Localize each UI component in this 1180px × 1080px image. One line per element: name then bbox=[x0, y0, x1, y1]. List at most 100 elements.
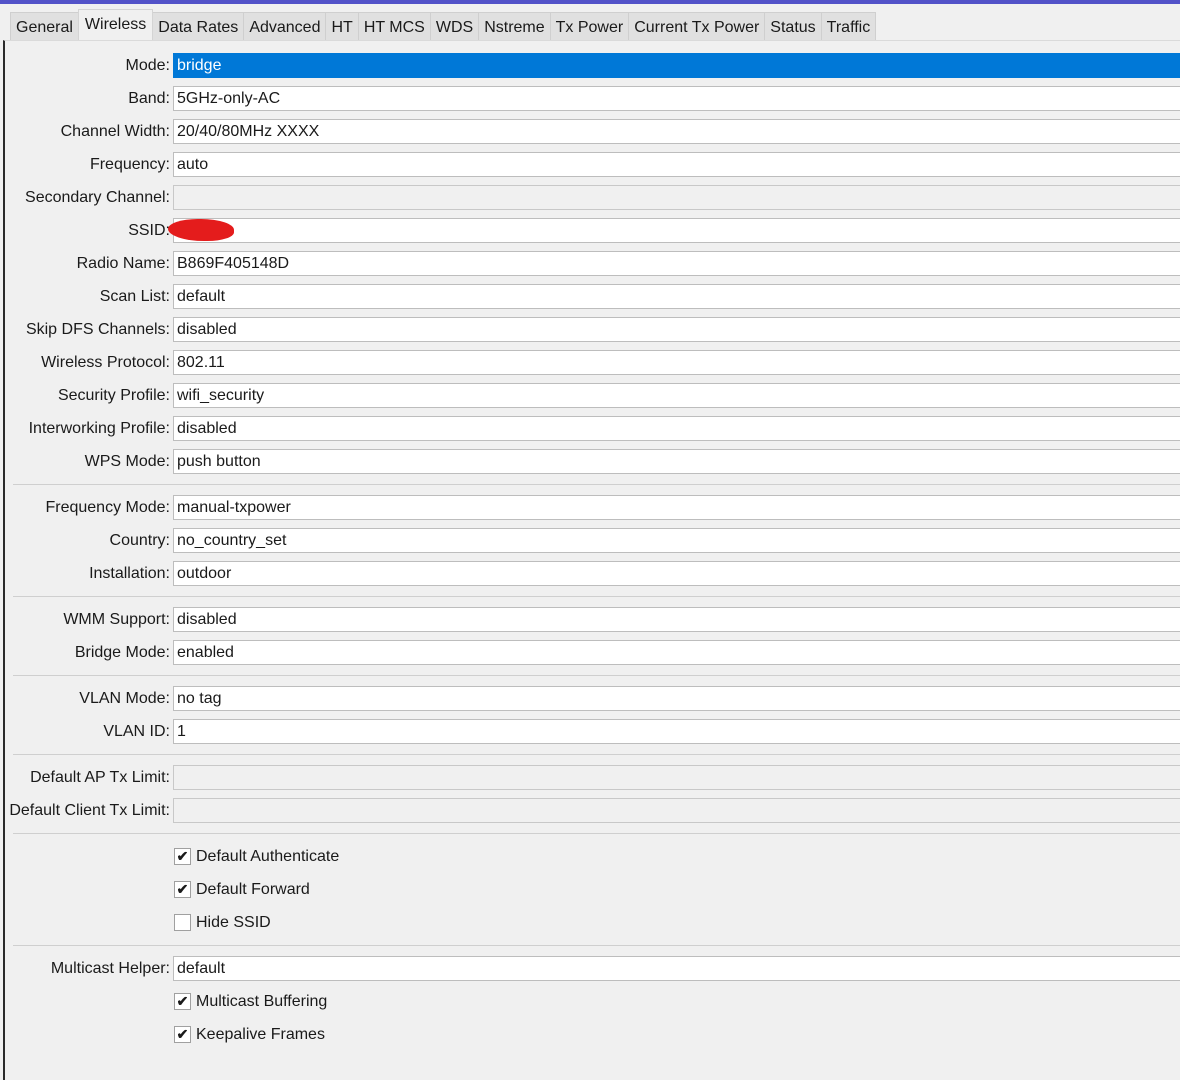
checkbox-label[interactable]: Multicast Buffering bbox=[196, 985, 327, 1018]
tab-advanced[interactable]: Advanced bbox=[243, 12, 327, 41]
field-label: Default Client Tx Limit: bbox=[9, 802, 170, 819]
checkbox-label[interactable]: Default Forward bbox=[196, 873, 310, 906]
field-label: Frequency: bbox=[89, 156, 170, 173]
field-label: Multicast Helper: bbox=[50, 960, 170, 977]
installation-field[interactable]: outdoor bbox=[173, 561, 1180, 586]
multicast-buffering-checkbox[interactable]: ✔ bbox=[174, 993, 191, 1010]
tab-wireless[interactable]: Wireless bbox=[77, 9, 154, 40]
tab-ht[interactable]: HT bbox=[325, 12, 359, 41]
mode-field[interactable]: bridge bbox=[173, 53, 1180, 78]
row-skip-dfs-channels: Skip DFS Channels: disabled bbox=[5, 313, 1180, 346]
tab-current-tx-power[interactable]: Current Tx Power bbox=[628, 12, 766, 41]
section-divider bbox=[5, 939, 1180, 952]
tab-nstreme[interactable]: Nstreme bbox=[478, 12, 551, 41]
secondary-channel-field[interactable] bbox=[173, 185, 1180, 210]
scan-list-field[interactable]: default bbox=[173, 284, 1180, 309]
wps-mode-field[interactable]: push button bbox=[173, 449, 1180, 474]
field-label: Radio Name: bbox=[76, 255, 170, 272]
field-label: Country: bbox=[109, 532, 170, 549]
tab-wds[interactable]: WDS bbox=[429, 12, 480, 41]
row-channel-width: Channel Width: 20/40/80MHz XXXX bbox=[5, 115, 1180, 148]
field-label: WMM Support: bbox=[63, 611, 170, 628]
security-profile-field[interactable]: wifi_security bbox=[173, 383, 1180, 408]
row-radio-name: Radio Name: B869F405148D bbox=[5, 247, 1180, 280]
wireless-protocol-field[interactable]: 802.11 bbox=[173, 350, 1180, 375]
field-label: Channel Width: bbox=[60, 123, 170, 140]
row-country: Country: no_country_set bbox=[5, 524, 1180, 557]
vlan-mode-field[interactable]: no tag bbox=[173, 686, 1180, 711]
row-hide-ssid: Hide SSID bbox=[5, 906, 1180, 939]
tab-general[interactable]: General bbox=[10, 12, 79, 41]
wireless-settings-panel: Mode: bridge Band: 5GHz-only-AC Channel Widt… bbox=[3, 40, 1180, 1080]
channel-width-field[interactable]: 20/40/80MHz XXXX bbox=[173, 119, 1180, 144]
field-label: Frequency Mode: bbox=[45, 499, 170, 516]
checkbox-label[interactable]: Hide SSID bbox=[196, 906, 271, 939]
vlan-id-field[interactable]: 1 bbox=[173, 719, 1180, 744]
row-band: Band: 5GHz-only-AC bbox=[5, 82, 1180, 115]
country-field[interactable]: no_country_set bbox=[173, 528, 1180, 553]
section-divider bbox=[5, 590, 1180, 603]
row-default-client-tx-limit: Default Client Tx Limit: bbox=[5, 794, 1180, 827]
redaction-mark bbox=[168, 219, 234, 241]
band-field[interactable]: 5GHz-only-AC bbox=[173, 86, 1180, 111]
hide-ssid-checkbox[interactable] bbox=[174, 914, 191, 931]
tab-bar: General Wireless Data Rates Advanced HT HT MC… bbox=[10, 9, 877, 41]
interworking-profile-field[interactable]: disabled bbox=[173, 416, 1180, 441]
row-scan-list: Scan List: default bbox=[5, 280, 1180, 313]
field-label: Installation: bbox=[89, 565, 170, 582]
section-divider bbox=[5, 827, 1180, 840]
frequency-field[interactable]: auto bbox=[173, 152, 1180, 177]
field-label: WPS Mode: bbox=[84, 453, 170, 470]
row-default-forward: ✔ Default Forward bbox=[5, 873, 1180, 906]
radio-name-field[interactable]: B869F405148D bbox=[173, 251, 1180, 276]
row-vlan-mode: VLAN Mode: no tag bbox=[5, 682, 1180, 715]
row-interworking-profile: Interworking Profile: disabled bbox=[5, 412, 1180, 445]
row-default-authenticate: ✔ Default Authenticate bbox=[5, 840, 1180, 873]
default-forward-checkbox[interactable]: ✔ bbox=[174, 881, 191, 898]
multicast-helper-field[interactable]: default bbox=[173, 956, 1180, 981]
checkbox-label[interactable]: Keepalive Frames bbox=[196, 1018, 325, 1051]
field-label: VLAN Mode: bbox=[79, 690, 170, 707]
row-ssid: SSID: bbox=[5, 214, 1180, 247]
settings-form: Mode: bridge Band: 5GHz-only-AC Channel Widt… bbox=[5, 49, 1180, 1051]
row-default-ap-tx-limit: Default AP Tx Limit: bbox=[5, 761, 1180, 794]
tab-ht-mcs[interactable]: HT MCS bbox=[357, 12, 431, 41]
section-divider bbox=[5, 748, 1180, 761]
field-label: Band: bbox=[128, 90, 170, 107]
row-bridge-mode: Bridge Mode: enabled bbox=[5, 636, 1180, 669]
wmm-support-field[interactable]: disabled bbox=[173, 607, 1180, 632]
field-label: VLAN ID: bbox=[103, 723, 170, 740]
keepalive-frames-checkbox[interactable]: ✔ bbox=[174, 1026, 191, 1043]
field-label: Interworking Profile: bbox=[28, 420, 170, 437]
default-ap-tx-limit-field[interactable] bbox=[173, 765, 1180, 790]
field-label: Scan List: bbox=[99, 288, 170, 305]
row-installation: Installation: outdoor bbox=[5, 557, 1180, 590]
skip-dfs-channels-field[interactable]: disabled bbox=[173, 317, 1180, 342]
row-frequency: Frequency: auto bbox=[5, 148, 1180, 181]
row-keepalive-frames: ✔ Keepalive Frames bbox=[5, 1018, 1180, 1051]
tab-status[interactable]: Status bbox=[764, 12, 822, 41]
field-label: Wireless Protocol: bbox=[41, 354, 170, 371]
checkbox-label[interactable]: Default Authenticate bbox=[196, 840, 339, 873]
row-wireless-protocol: Wireless Protocol: 802.11 bbox=[5, 346, 1180, 379]
row-mode: Mode: bridge bbox=[5, 49, 1180, 82]
tab-data-rates[interactable]: Data Rates bbox=[152, 12, 245, 41]
window-title-bar bbox=[0, 0, 1180, 4]
row-vlan-id: VLAN ID: 1 bbox=[5, 715, 1180, 748]
field-label: Bridge Mode: bbox=[74, 644, 170, 661]
field-label: Default AP Tx Limit: bbox=[30, 769, 170, 786]
section-divider bbox=[5, 478, 1180, 491]
tab-tx-power[interactable]: Tx Power bbox=[549, 12, 630, 41]
row-wmm-support: WMM Support: disabled bbox=[5, 603, 1180, 636]
field-label: Secondary Channel: bbox=[25, 189, 170, 206]
tab-traffic[interactable]: Traffic bbox=[820, 12, 877, 41]
default-client-tx-limit-field[interactable] bbox=[173, 798, 1180, 823]
field-label: SSID: bbox=[128, 222, 170, 239]
field-label: Mode: bbox=[125, 57, 170, 74]
bridge-mode-field[interactable]: enabled bbox=[173, 640, 1180, 665]
frequency-mode-field[interactable]: manual-txpower bbox=[173, 495, 1180, 520]
default-authenticate-checkbox[interactable]: ✔ bbox=[174, 848, 191, 865]
ssid-field[interactable] bbox=[168, 218, 1180, 243]
row-secondary-channel: Secondary Channel: bbox=[5, 181, 1180, 214]
field-label: Security Profile: bbox=[57, 387, 170, 404]
